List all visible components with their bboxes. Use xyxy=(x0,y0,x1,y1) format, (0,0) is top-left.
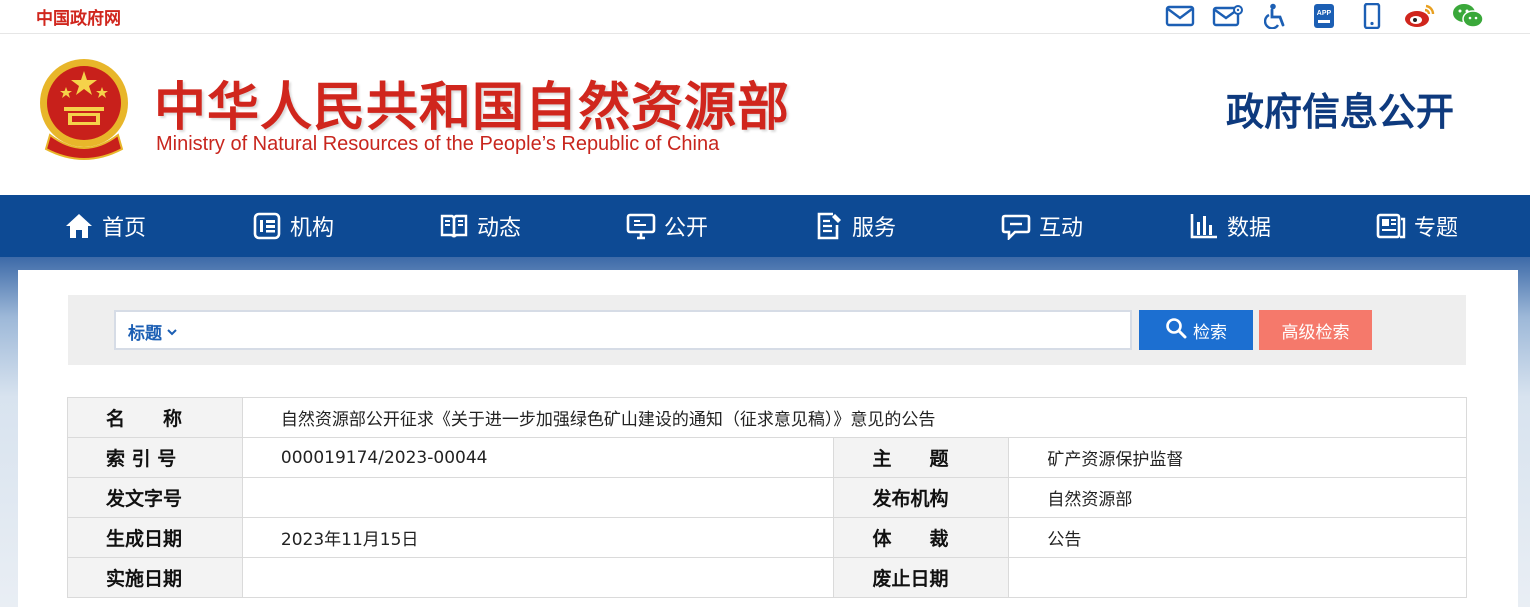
site-header: 中华人民共和国自然资源部 Ministry of Natural Resourc… xyxy=(0,35,1530,195)
monitor-icon xyxy=(626,211,656,241)
search-button-label: 检索 xyxy=(1193,322,1227,343)
table-row: 索 引 号 000019174/2023-00044 主 题 矿产资源保护监督 xyxy=(67,437,1467,478)
content-panel: 标题 检索 高级检索 名 称 自然资源部公开征求《关于进一步加强绿色矿山建设的通… xyxy=(18,270,1518,607)
chat-icon xyxy=(1001,211,1031,241)
name-label: 名 称 xyxy=(67,397,243,438)
nav-item-service[interactable]: 服务 xyxy=(814,195,896,257)
docno-label: 发文字号 xyxy=(67,477,243,518)
advanced-search-button[interactable]: 高级检索 xyxy=(1259,310,1372,350)
nav-item-home[interactable]: 首页 xyxy=(64,195,146,257)
search-panel: 标题 检索 高级检索 xyxy=(68,295,1466,365)
topic-label: 主 题 xyxy=(833,437,1010,478)
book-icon xyxy=(439,211,469,241)
search-input[interactable] xyxy=(192,314,1122,346)
docno-value xyxy=(241,477,835,518)
publisher-value: 自然资源部 xyxy=(1008,477,1467,518)
genre-value: 公告 xyxy=(1008,517,1467,558)
index-label: 索 引 号 xyxy=(67,437,243,478)
weibo-icon[interactable] xyxy=(1396,2,1444,30)
gov-portal-link[interactable]: 中国政府网 xyxy=(36,4,121,29)
nav-label: 专题 xyxy=(1414,216,1459,241)
search-button[interactable]: 检索 xyxy=(1139,310,1253,350)
expiry-date-label: 废止日期 xyxy=(833,557,1010,598)
date-label: 生成日期 xyxy=(67,517,243,558)
genre-label: 体 裁 xyxy=(833,517,1010,558)
mail-settings-icon[interactable] xyxy=(1204,2,1252,30)
table-row: 发文字号 发布机构 自然资源部 xyxy=(67,477,1467,518)
accessibility-icon[interactable] xyxy=(1252,2,1300,30)
topic-value: 矿产资源保护监督 xyxy=(1008,437,1467,478)
nav-item-open[interactable]: 公开 xyxy=(626,195,708,257)
app-icon-text: APP xyxy=(1317,10,1332,17)
advanced-search-label: 高级检索 xyxy=(1281,322,1350,343)
org-icon xyxy=(252,211,282,241)
publisher-label: 发布机构 xyxy=(833,477,1010,518)
nav-label: 首页 xyxy=(102,216,147,241)
search-box: 标题 xyxy=(114,310,1132,350)
nav-label: 公开 xyxy=(664,216,709,241)
top-icon-group: APP xyxy=(1156,2,1492,30)
home-icon xyxy=(64,211,94,241)
effective-date-label: 实施日期 xyxy=(67,557,243,598)
main-nav: 首页 机构 动态 公开 服务 互动 数据 专题 xyxy=(0,195,1530,257)
section-title: 政府信息公开 xyxy=(1225,90,1454,134)
nav-label: 动态 xyxy=(477,216,522,241)
name-value: 自然资源部公开征求《关于进一步加强绿色矿山建设的通知（征求意见稿）》意见的公告 xyxy=(241,397,1468,438)
ministry-name-en: Ministry of Natural Resources of the Peo… xyxy=(156,133,720,155)
nav-item-news[interactable]: 动态 xyxy=(439,195,521,257)
nav-label: 互动 xyxy=(1039,216,1084,241)
nav-item-data[interactable]: 数据 xyxy=(1189,195,1271,257)
search-type-dropdown[interactable]: 标题 xyxy=(128,319,178,344)
effective-date-value xyxy=(241,557,835,598)
index-value: 000019174/2023-00044 xyxy=(241,437,835,478)
top-bar: 中国政府网 APP xyxy=(0,0,1530,34)
table-row: 生成日期 2023年11月15日 体 裁 公告 xyxy=(67,517,1467,558)
table-row: 名 称 自然资源部公开征求《关于进一步加强绿色矿山建设的通知（征求意见稿）》意见… xyxy=(67,397,1468,438)
nav-item-topics[interactable]: 专题 xyxy=(1376,195,1458,257)
form-icon xyxy=(814,211,844,241)
bar-chart-icon xyxy=(1189,211,1219,241)
app-icon[interactable]: APP xyxy=(1300,2,1348,30)
chevron-down-icon xyxy=(166,322,178,342)
table-row: 实施日期 废止日期 xyxy=(67,557,1467,598)
search-icon xyxy=(1165,317,1187,344)
mobile-icon[interactable] xyxy=(1348,2,1396,30)
nav-label: 服务 xyxy=(852,216,897,241)
nav-item-org[interactable]: 机构 xyxy=(252,195,334,257)
nav-label: 数据 xyxy=(1227,216,1272,241)
nav-label: 机构 xyxy=(290,216,335,241)
search-type-label: 标题 xyxy=(128,324,162,344)
topic-icon xyxy=(1376,211,1406,241)
document-info-table: 名 称 自然资源部公开征求《关于进一步加强绿色矿山建设的通知（征求意见稿）》意见… xyxy=(67,397,1468,598)
mail-icon[interactable] xyxy=(1156,2,1204,30)
national-emblem-logo[interactable] xyxy=(36,57,132,165)
ministry-name-cn: 中华人民共和国自然资源部 xyxy=(154,78,791,138)
expiry-date-value xyxy=(1008,557,1467,598)
date-value: 2023年11月15日 xyxy=(241,517,835,558)
wechat-icon[interactable] xyxy=(1444,2,1492,30)
nav-item-interact[interactable]: 互动 xyxy=(1001,195,1083,257)
